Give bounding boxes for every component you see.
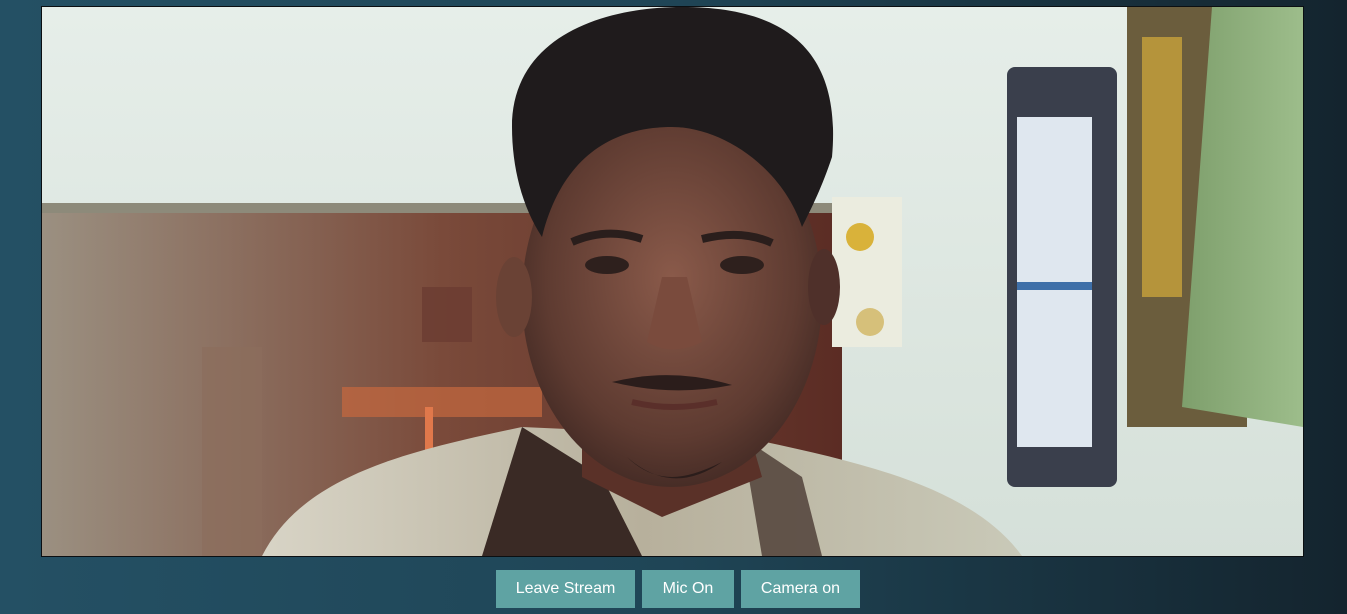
webcam-feed (42, 7, 1303, 556)
stream-controls: Leave Stream Mic On Camera on (496, 570, 860, 608)
video-stream (41, 6, 1304, 557)
mic-toggle-button[interactable]: Mic On (642, 570, 734, 608)
camera-toggle-button[interactable]: Camera on (741, 570, 860, 608)
leave-stream-button[interactable]: Leave Stream (496, 570, 635, 608)
